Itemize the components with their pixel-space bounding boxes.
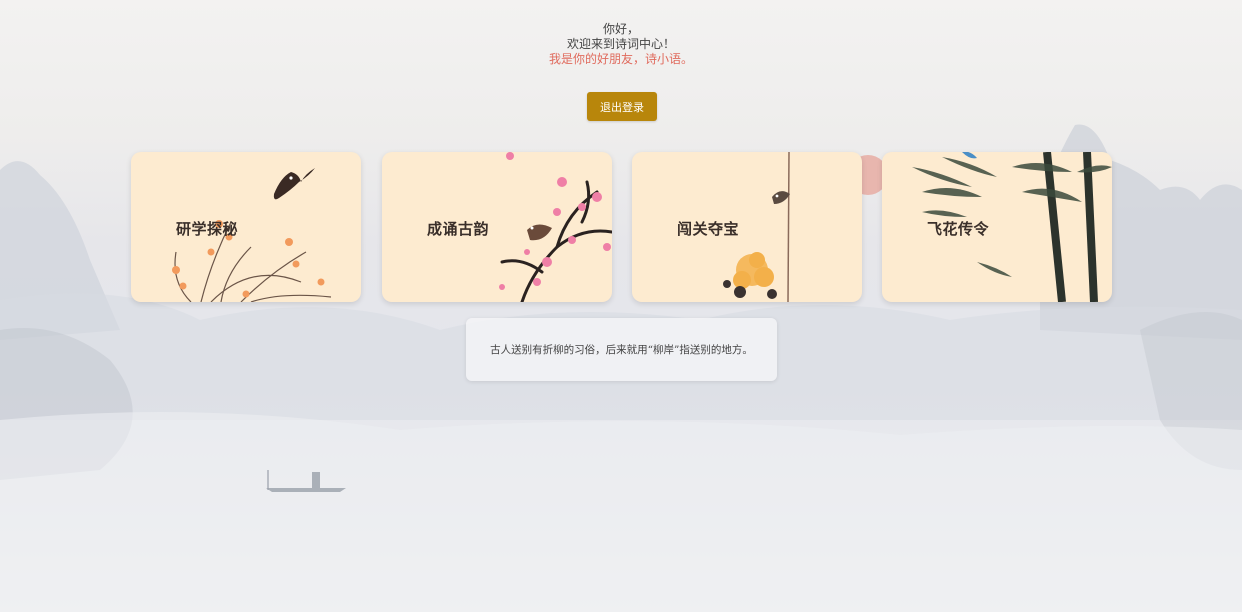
bird-orchid-icon <box>172 168 332 302</box>
card-recite[interactable]: 成诵古韵 <box>382 152 612 302</box>
card-label: 研学探秘 <box>176 220 239 238</box>
card-label: 闯关夺宝 <box>677 220 740 238</box>
card-label: 飞花传令 <box>927 220 990 238</box>
greeting: 你好， 欢迎来到诗词中心！ 我是你的好朋友，诗小语。 <box>0 22 1242 67</box>
chrysanthemum-icon <box>723 152 790 302</box>
bamboo-icon <box>912 152 1112 302</box>
card-research[interactable]: 研学探秘 <box>131 152 361 302</box>
card-label: 成诵古韵 <box>427 220 490 238</box>
card-flying-flowers[interactable]: 飞花传令 <box>882 152 1112 302</box>
logout-button[interactable]: 退出登录 <box>587 92 657 121</box>
card-challenge[interactable]: 闯关夺宝 <box>632 152 862 302</box>
poetry-tip-text: 古人送别有折柳的习俗，后来就用“柳岸”指送别的地方。 <box>490 344 753 356</box>
greeting-line1: 你好， <box>602 22 639 36</box>
plum-blossom-icon <box>499 152 612 302</box>
poetry-tip: 古人送别有折柳的习俗，后来就用“柳岸”指送别的地方。 <box>466 318 777 381</box>
greeting-line3: 我是你的好朋友，诗小语。 <box>548 52 693 66</box>
greeting-line2: 欢迎来到诗词中心！ <box>566 37 675 51</box>
